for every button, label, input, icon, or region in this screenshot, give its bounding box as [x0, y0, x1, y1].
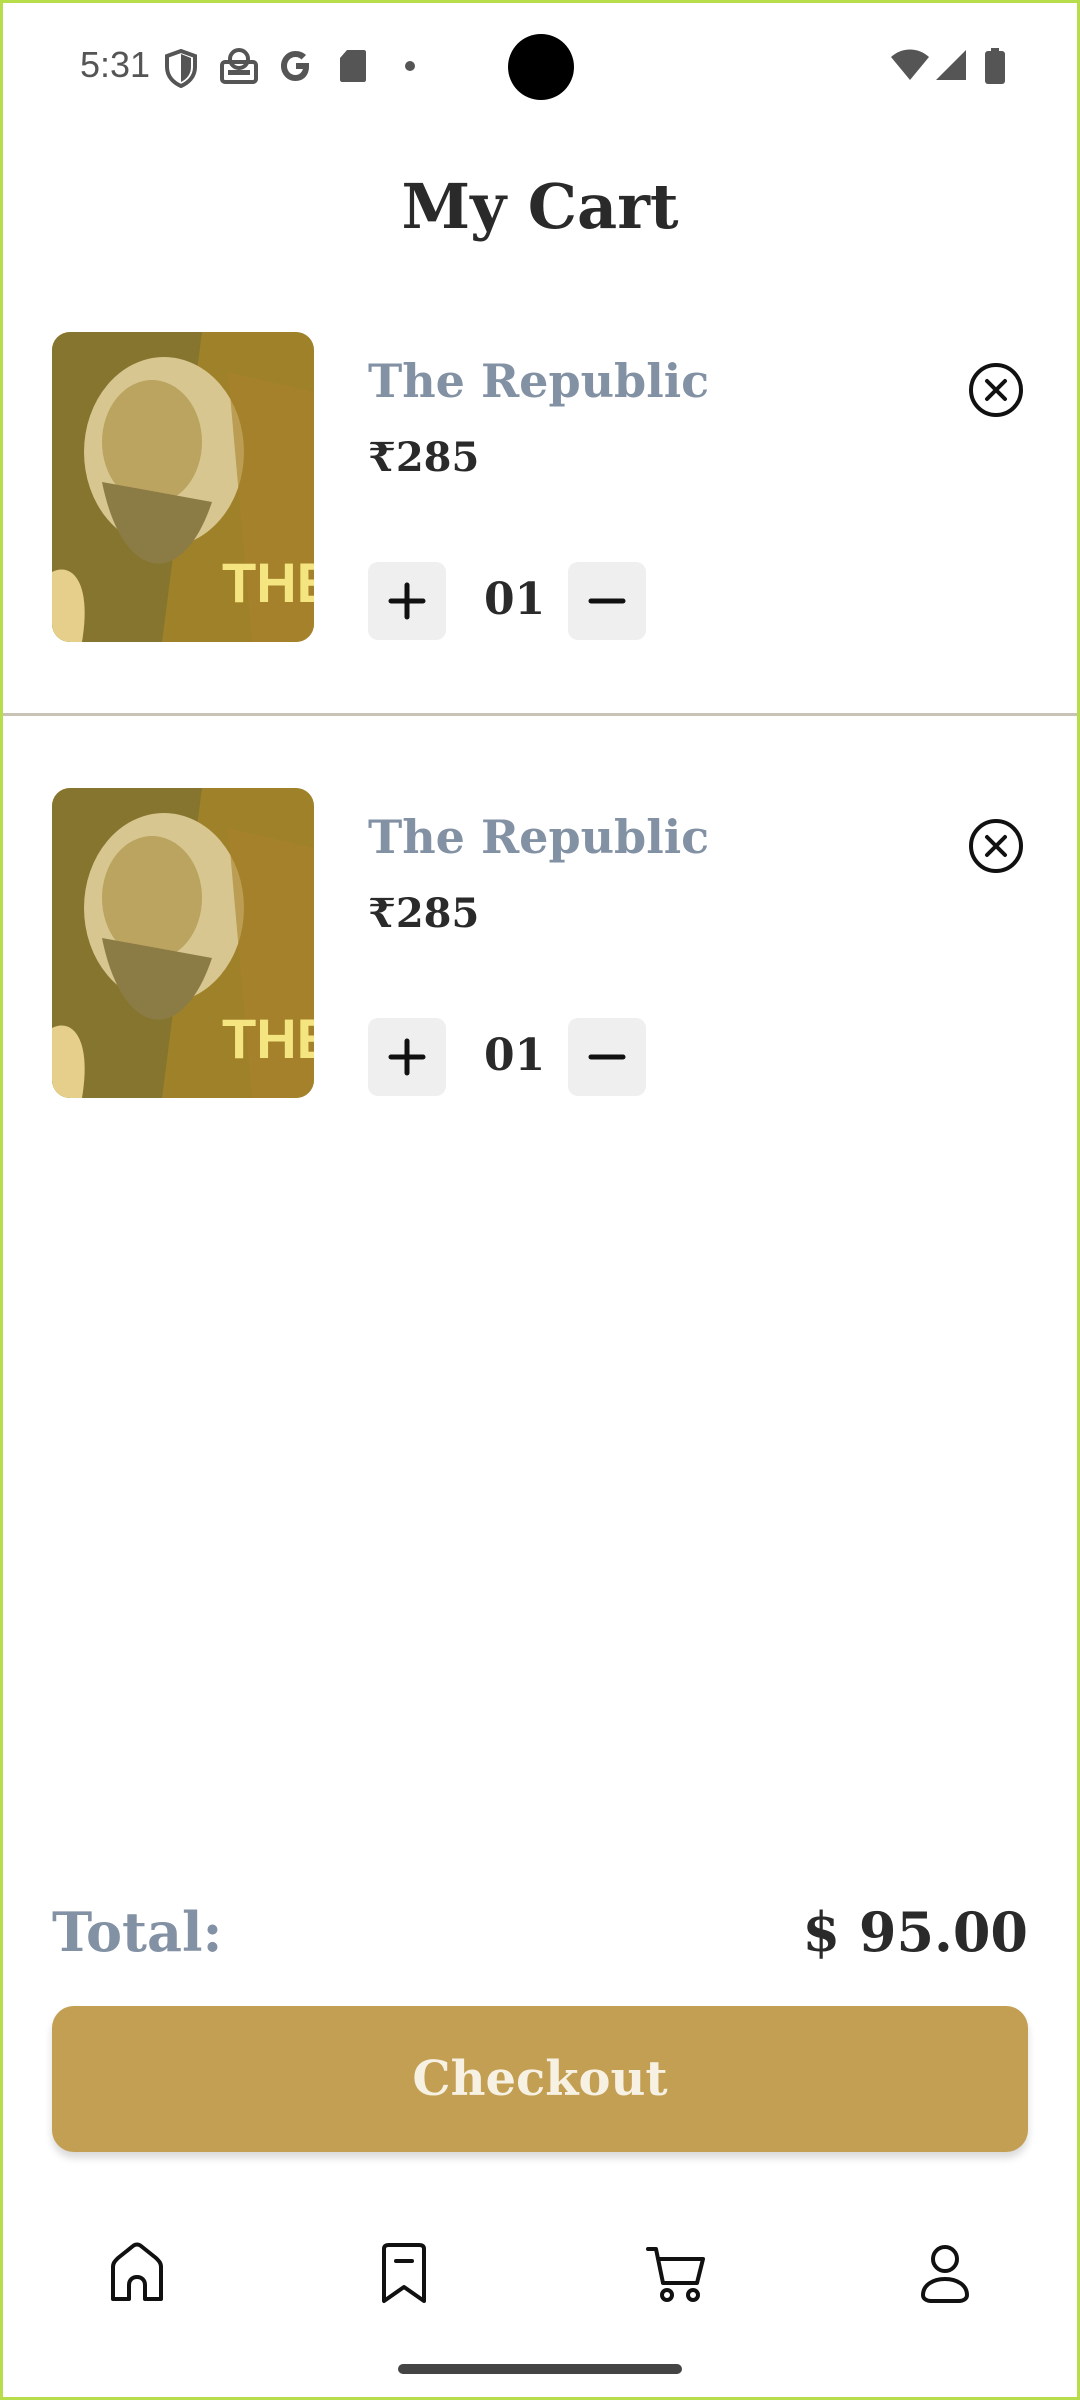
total-value: $ 95.00: [802, 1900, 1028, 1964]
divider: [0, 713, 1080, 716]
increase-quantity-button[interactable]: [368, 562, 446, 640]
home-indicator[interactable]: [398, 2364, 682, 2374]
nav-home[interactable]: [92, 2228, 182, 2318]
item-title: The Republic: [368, 354, 710, 408]
plus-icon: [388, 1038, 426, 1076]
quantity-value: 01: [484, 574, 546, 625]
remove-item-icon[interactable]: [968, 362, 1024, 418]
book-cover-image: THE REPU: [52, 332, 314, 642]
dot-icon: [405, 61, 415, 71]
notification-app-icon: [220, 48, 258, 84]
minus-icon: [588, 598, 626, 604]
google-icon: [281, 51, 309, 81]
cart-icon: [646, 2247, 705, 2302]
shield-icon: [165, 48, 197, 88]
book-cover[interactable]: THE REPU: [52, 788, 314, 1098]
bottom-nav: [0, 2228, 1080, 2318]
book-cover[interactable]: THE REPU: [52, 332, 314, 642]
minus-icon: [588, 1054, 626, 1060]
item-price: ₹285: [368, 890, 480, 937]
checkout-button[interactable]: Checkout: [52, 2006, 1028, 2152]
quantity-value: 01: [484, 1030, 546, 1081]
battery-icon: [985, 48, 1005, 84]
item-price: ₹285: [368, 434, 480, 481]
profile-icon: [920, 2245, 970, 2303]
decrease-quantity-button[interactable]: [568, 562, 646, 640]
cover-text: THE REPU: [222, 551, 314, 614]
nav-profile[interactable]: [900, 2228, 990, 2318]
plus-icon: [388, 582, 426, 620]
cover-text: THE REPU: [222, 1007, 314, 1070]
nav-bookmarks[interactable]: [359, 2228, 449, 2318]
camera-cutout: [508, 34, 574, 100]
book-cover-image: THE REPU: [52, 788, 314, 1098]
signal-icon: [936, 50, 966, 80]
item-title: The Republic: [368, 810, 710, 864]
sd-card-icon: [340, 50, 366, 82]
wifi-icon: [891, 49, 929, 80]
bookmark-icon: [382, 2243, 426, 2303]
nav-cart[interactable]: [632, 2228, 722, 2318]
status-bar: 5:31: [0, 0, 1080, 134]
cart-item: THE REPU The Republic ₹285 01: [0, 332, 1080, 652]
status-time: 5:31: [80, 44, 151, 85]
home-icon: [111, 2242, 163, 2301]
remove-item-icon[interactable]: [968, 818, 1024, 874]
cart-item: THE REPU The Republic ₹285 01: [0, 788, 1080, 1108]
total-label: Total:: [52, 1900, 223, 1964]
increase-quantity-button[interactable]: [368, 1018, 446, 1096]
page-title: My Cart: [401, 170, 679, 243]
decrease-quantity-button[interactable]: [568, 1018, 646, 1096]
